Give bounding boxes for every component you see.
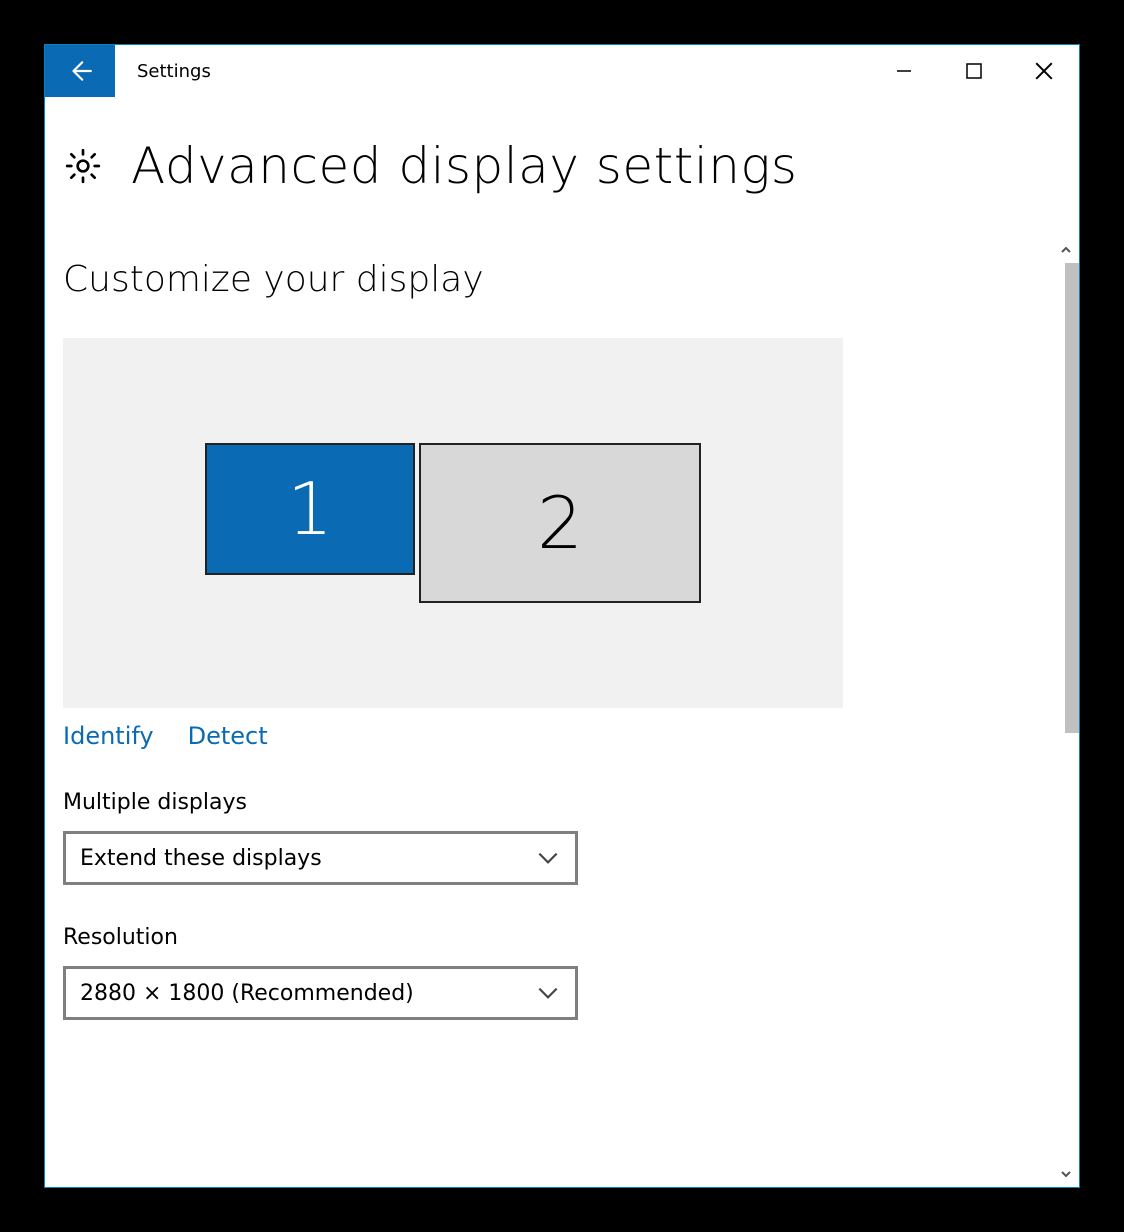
display-2-label: 2 (537, 481, 583, 565)
minimize-button[interactable] (869, 45, 939, 97)
detect-link[interactable]: Detect (188, 722, 268, 750)
resolution-label: Resolution (63, 925, 1079, 950)
minimize-icon (895, 62, 913, 80)
chevron-down-icon (535, 845, 561, 871)
window-body: Advanced display settings Customize your… (45, 97, 1079, 1187)
scroll-thumb[interactable] (1065, 263, 1079, 733)
display-1[interactable]: 1 (205, 443, 415, 575)
header-row: Advanced display settings (45, 97, 1079, 227)
resolution-value: 2880 × 1800 (Recommended) (80, 981, 414, 1006)
display-links: Identify Detect (63, 722, 1079, 750)
display-2[interactable]: 2 (419, 443, 701, 603)
maximize-icon (965, 62, 983, 80)
display-arrangement[interactable]: 1 2 (63, 338, 843, 708)
window-controls (869, 45, 1079, 97)
page-title: Advanced display settings (131, 137, 797, 195)
chevron-down-icon (535, 980, 561, 1006)
scroll-down-button[interactable] (1053, 1161, 1079, 1187)
close-button[interactable] (1009, 45, 1079, 97)
window-title: Settings (115, 45, 869, 97)
multiple-displays-select[interactable]: Extend these displays (63, 831, 578, 885)
chevron-up-icon (1060, 244, 1072, 256)
arrow-left-icon (67, 58, 93, 84)
gear-icon (63, 146, 103, 186)
titlebar: Settings (45, 45, 1079, 97)
content-area: Customize your display 1 2 Identify Dete… (45, 237, 1079, 1187)
settings-window: Settings Advanced display s (44, 44, 1080, 1188)
section-customize-title: Customize your display (63, 259, 1079, 300)
scrollbar[interactable] (1053, 237, 1079, 1187)
multiple-displays-label: Multiple displays (63, 790, 1079, 815)
display-1-label: 1 (287, 467, 333, 551)
resolution-select[interactable]: 2880 × 1800 (Recommended) (63, 966, 578, 1020)
close-icon (1034, 61, 1054, 81)
scroll-up-button[interactable] (1053, 237, 1079, 263)
multiple-displays-value: Extend these displays (80, 846, 322, 871)
maximize-button[interactable] (939, 45, 1009, 97)
back-button[interactable] (45, 45, 115, 97)
chevron-down-icon (1060, 1168, 1072, 1180)
identify-link[interactable]: Identify (63, 722, 154, 750)
